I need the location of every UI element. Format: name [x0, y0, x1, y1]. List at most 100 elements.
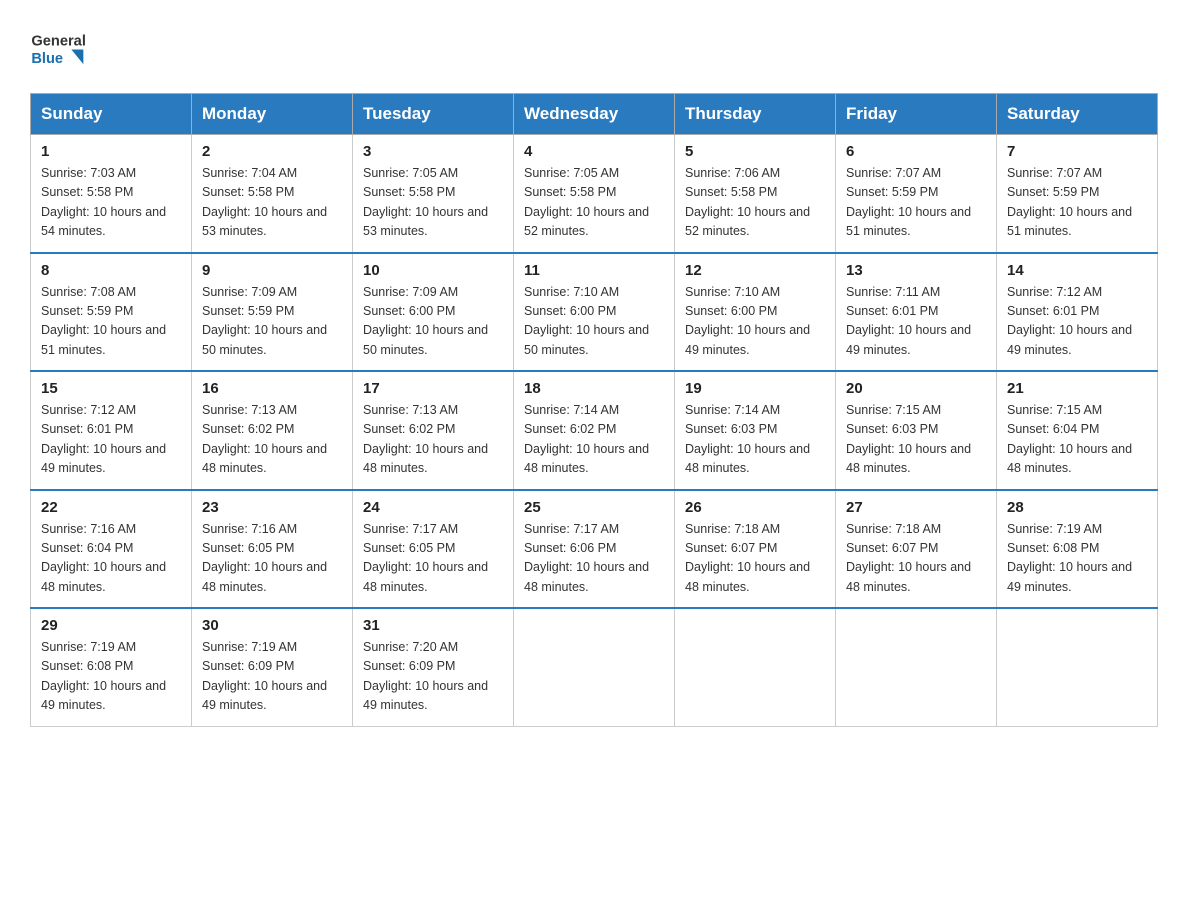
day-info: Sunrise: 7:15 AM Sunset: 6:04 PM Dayligh…	[1007, 401, 1147, 479]
day-info: Sunrise: 7:14 AM Sunset: 6:02 PM Dayligh…	[524, 401, 664, 479]
day-number: 22	[41, 499, 181, 516]
day-info: Sunrise: 7:10 AM Sunset: 6:00 PM Dayligh…	[524, 283, 664, 361]
calendar-day-cell: 30 Sunrise: 7:19 AM Sunset: 6:09 PM Dayl…	[192, 608, 353, 726]
day-number: 10	[363, 262, 503, 279]
day-info: Sunrise: 7:17 AM Sunset: 6:06 PM Dayligh…	[524, 520, 664, 598]
day-info: Sunrise: 7:04 AM Sunset: 5:58 PM Dayligh…	[202, 164, 342, 242]
calendar-day-cell: 10 Sunrise: 7:09 AM Sunset: 6:00 PM Dayl…	[353, 253, 514, 372]
day-number: 11	[524, 262, 664, 279]
calendar-week-row: 22 Sunrise: 7:16 AM Sunset: 6:04 PM Dayl…	[31, 490, 1158, 609]
day-number: 9	[202, 262, 342, 279]
day-info: Sunrise: 7:16 AM Sunset: 6:05 PM Dayligh…	[202, 520, 342, 598]
calendar-day-cell: 8 Sunrise: 7:08 AM Sunset: 5:59 PM Dayli…	[31, 253, 192, 372]
calendar-week-row: 15 Sunrise: 7:12 AM Sunset: 6:01 PM Dayl…	[31, 371, 1158, 490]
day-number: 21	[1007, 380, 1147, 397]
day-info: Sunrise: 7:19 AM Sunset: 6:08 PM Dayligh…	[41, 638, 181, 716]
day-info: Sunrise: 7:13 AM Sunset: 6:02 PM Dayligh…	[363, 401, 503, 479]
svg-text:Blue: Blue	[31, 51, 63, 67]
weekday-header-monday: Monday	[192, 94, 353, 135]
day-info: Sunrise: 7:09 AM Sunset: 6:00 PM Dayligh…	[363, 283, 503, 361]
calendar-day-cell	[514, 608, 675, 726]
calendar-day-cell: 14 Sunrise: 7:12 AM Sunset: 6:01 PM Dayl…	[997, 253, 1158, 372]
calendar-day-cell: 7 Sunrise: 7:07 AM Sunset: 5:59 PM Dayli…	[997, 135, 1158, 253]
day-info: Sunrise: 7:10 AM Sunset: 6:00 PM Dayligh…	[685, 283, 825, 361]
day-number: 14	[1007, 262, 1147, 279]
day-number: 27	[846, 499, 986, 516]
calendar-day-cell: 15 Sunrise: 7:12 AM Sunset: 6:01 PM Dayl…	[31, 371, 192, 490]
calendar-day-cell: 4 Sunrise: 7:05 AM Sunset: 5:58 PM Dayli…	[514, 135, 675, 253]
day-info: Sunrise: 7:18 AM Sunset: 6:07 PM Dayligh…	[685, 520, 825, 598]
calendar-day-cell: 18 Sunrise: 7:14 AM Sunset: 6:02 PM Dayl…	[514, 371, 675, 490]
page-header: General Blue	[30, 20, 1158, 75]
day-info: Sunrise: 7:20 AM Sunset: 6:09 PM Dayligh…	[363, 638, 503, 716]
weekday-header-thursday: Thursday	[675, 94, 836, 135]
day-number: 15	[41, 380, 181, 397]
calendar-week-row: 29 Sunrise: 7:19 AM Sunset: 6:08 PM Dayl…	[31, 608, 1158, 726]
day-info: Sunrise: 7:19 AM Sunset: 6:08 PM Dayligh…	[1007, 520, 1147, 598]
calendar-day-cell: 1 Sunrise: 7:03 AM Sunset: 5:58 PM Dayli…	[31, 135, 192, 253]
calendar-week-row: 8 Sunrise: 7:08 AM Sunset: 5:59 PM Dayli…	[31, 253, 1158, 372]
calendar-day-cell: 16 Sunrise: 7:13 AM Sunset: 6:02 PM Dayl…	[192, 371, 353, 490]
day-info: Sunrise: 7:11 AM Sunset: 6:01 PM Dayligh…	[846, 283, 986, 361]
day-info: Sunrise: 7:19 AM Sunset: 6:09 PM Dayligh…	[202, 638, 342, 716]
calendar-day-cell: 28 Sunrise: 7:19 AM Sunset: 6:08 PM Dayl…	[997, 490, 1158, 609]
day-number: 18	[524, 380, 664, 397]
calendar-header: SundayMondayTuesdayWednesdayThursdayFrid…	[31, 94, 1158, 135]
day-number: 3	[363, 143, 503, 160]
calendar-day-cell: 29 Sunrise: 7:19 AM Sunset: 6:08 PM Dayl…	[31, 608, 192, 726]
day-number: 17	[363, 380, 503, 397]
calendar-day-cell	[997, 608, 1158, 726]
day-number: 1	[41, 143, 181, 160]
day-number: 26	[685, 499, 825, 516]
day-info: Sunrise: 7:08 AM Sunset: 5:59 PM Dayligh…	[41, 283, 181, 361]
calendar-day-cell: 11 Sunrise: 7:10 AM Sunset: 6:00 PM Dayl…	[514, 253, 675, 372]
calendar-day-cell: 13 Sunrise: 7:11 AM Sunset: 6:01 PM Dayl…	[836, 253, 997, 372]
calendar-day-cell: 31 Sunrise: 7:20 AM Sunset: 6:09 PM Dayl…	[353, 608, 514, 726]
day-number: 20	[846, 380, 986, 397]
calendar-day-cell: 2 Sunrise: 7:04 AM Sunset: 5:58 PM Dayli…	[192, 135, 353, 253]
day-info: Sunrise: 7:05 AM Sunset: 5:58 PM Dayligh…	[524, 164, 664, 242]
svg-text:General: General	[31, 34, 86, 50]
calendar-day-cell: 17 Sunrise: 7:13 AM Sunset: 6:02 PM Dayl…	[353, 371, 514, 490]
calendar-day-cell: 5 Sunrise: 7:06 AM Sunset: 5:58 PM Dayli…	[675, 135, 836, 253]
day-info: Sunrise: 7:18 AM Sunset: 6:07 PM Dayligh…	[846, 520, 986, 598]
day-info: Sunrise: 7:03 AM Sunset: 5:58 PM Dayligh…	[41, 164, 181, 242]
calendar-day-cell: 19 Sunrise: 7:14 AM Sunset: 6:03 PM Dayl…	[675, 371, 836, 490]
day-info: Sunrise: 7:13 AM Sunset: 6:02 PM Dayligh…	[202, 401, 342, 479]
day-info: Sunrise: 7:09 AM Sunset: 5:59 PM Dayligh…	[202, 283, 342, 361]
weekday-header-tuesday: Tuesday	[353, 94, 514, 135]
day-number: 13	[846, 262, 986, 279]
calendar-day-cell: 21 Sunrise: 7:15 AM Sunset: 6:04 PM Dayl…	[997, 371, 1158, 490]
day-number: 2	[202, 143, 342, 160]
day-number: 24	[363, 499, 503, 516]
day-number: 29	[41, 617, 181, 634]
calendar-week-row: 1 Sunrise: 7:03 AM Sunset: 5:58 PM Dayli…	[31, 135, 1158, 253]
day-number: 6	[846, 143, 986, 160]
calendar-day-cell: 25 Sunrise: 7:17 AM Sunset: 6:06 PM Dayl…	[514, 490, 675, 609]
day-number: 25	[524, 499, 664, 516]
calendar-day-cell: 24 Sunrise: 7:17 AM Sunset: 6:05 PM Dayl…	[353, 490, 514, 609]
day-number: 5	[685, 143, 825, 160]
day-info: Sunrise: 7:15 AM Sunset: 6:03 PM Dayligh…	[846, 401, 986, 479]
calendar-day-cell: 23 Sunrise: 7:16 AM Sunset: 6:05 PM Dayl…	[192, 490, 353, 609]
weekday-header-sunday: Sunday	[31, 94, 192, 135]
calendar-day-cell: 22 Sunrise: 7:16 AM Sunset: 6:04 PM Dayl…	[31, 490, 192, 609]
day-number: 30	[202, 617, 342, 634]
day-number: 8	[41, 262, 181, 279]
day-info: Sunrise: 7:12 AM Sunset: 6:01 PM Dayligh…	[1007, 283, 1147, 361]
calendar-day-cell	[836, 608, 997, 726]
day-info: Sunrise: 7:14 AM Sunset: 6:03 PM Dayligh…	[685, 401, 825, 479]
logo-icon: General Blue	[30, 20, 90, 75]
day-number: 12	[685, 262, 825, 279]
calendar-day-cell: 27 Sunrise: 7:18 AM Sunset: 6:07 PM Dayl…	[836, 490, 997, 609]
calendar-table: SundayMondayTuesdayWednesdayThursdayFrid…	[30, 93, 1158, 727]
day-number: 28	[1007, 499, 1147, 516]
calendar-body: 1 Sunrise: 7:03 AM Sunset: 5:58 PM Dayli…	[31, 135, 1158, 727]
day-number: 31	[363, 617, 503, 634]
day-info: Sunrise: 7:07 AM Sunset: 5:59 PM Dayligh…	[1007, 164, 1147, 242]
weekday-header-friday: Friday	[836, 94, 997, 135]
day-number: 16	[202, 380, 342, 397]
logo: General Blue	[30, 20, 90, 75]
day-info: Sunrise: 7:17 AM Sunset: 6:05 PM Dayligh…	[363, 520, 503, 598]
day-info: Sunrise: 7:16 AM Sunset: 6:04 PM Dayligh…	[41, 520, 181, 598]
